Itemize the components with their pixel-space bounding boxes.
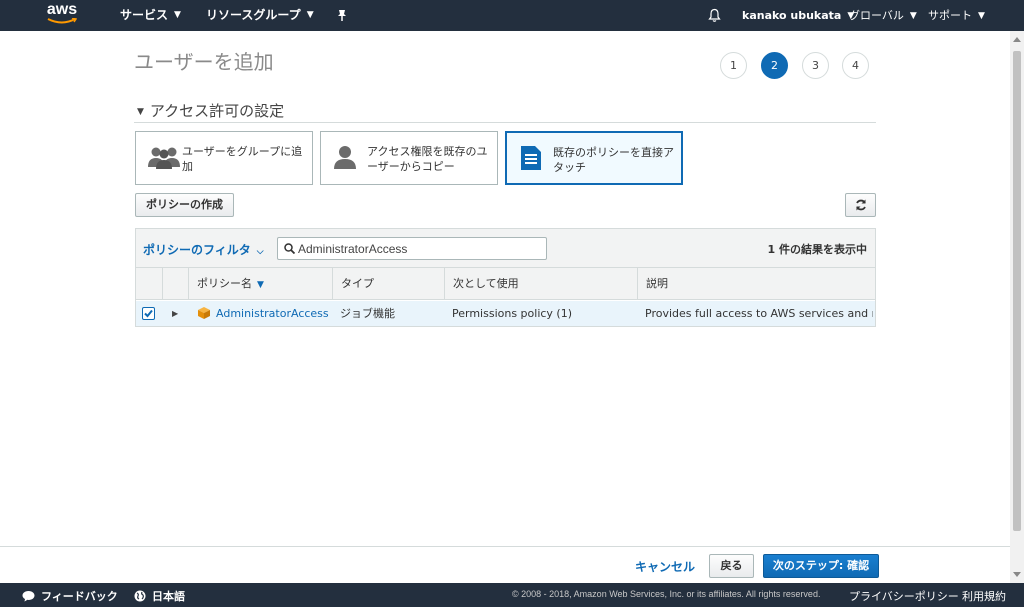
user-name: kanako ubukata: [742, 9, 842, 22]
chevron-down-icon: ▼: [306, 10, 314, 20]
step-1[interactable]: 1: [720, 52, 747, 79]
checkmark-icon: [144, 309, 153, 318]
filter-bar: ポリシーのフィルタ ⌵ 1 件の結果を表示中: [136, 229, 875, 268]
privacy-policy-link[interactable]: プライバシーポリシー: [849, 588, 959, 604]
policy-table-panel: ポリシーのフィルタ ⌵ 1 件の結果を表示中 ポリシー名 ▼ タイプ 次として使用 …: [135, 228, 876, 327]
page-title: ユーザーを追加: [134, 50, 274, 74]
search-icon: [284, 243, 295, 254]
language-label: 日本語: [152, 590, 185, 603]
result-count: 1 件の結果を表示中: [767, 243, 867, 256]
header-used-as[interactable]: 次として使用: [444, 268, 637, 300]
header-expand-column: [162, 268, 188, 300]
copyright-text: © 2008 - 2018, Amazon Web Services, Inc.…: [512, 589, 821, 599]
resource-groups-menu[interactable]: リソースグループ ▼: [206, 0, 314, 31]
pin-icon[interactable]: [335, 8, 349, 22]
top-nav-bar: aws サービス ▼ リソースグループ ▼ kanako ubukata ▼ グローバ…: [0, 0, 1024, 31]
aws-logo[interactable]: aws: [44, 1, 80, 28]
globe-icon: [134, 590, 146, 602]
console-footer: フィードバック 日本語 © 2008 - 2018, Amazon Web Se…: [0, 583, 1024, 607]
resource-groups-label: リソースグループ: [206, 8, 301, 22]
column-label: 次として使用: [453, 277, 519, 290]
option-label: 既存のポリシーを直接アタッチ: [553, 146, 674, 174]
option-copy-permissions[interactable]: アクセス権限を既存のユーザーからコピー: [320, 131, 498, 185]
expand-row-icon[interactable]: ▶: [172, 301, 178, 326]
row-checkbox[interactable]: [142, 307, 155, 320]
vertical-scrollbar[interactable]: [1010, 31, 1024, 583]
divider: [134, 122, 876, 123]
section-title: アクセス許可の設定: [149, 102, 285, 120]
search-box[interactable]: [277, 237, 547, 260]
collapse-triangle-icon: ▼: [137, 107, 144, 117]
policy-filter-dropdown[interactable]: ポリシーのフィルタ ⌵: [143, 241, 264, 258]
chevron-down-icon: ⌵: [256, 247, 264, 257]
table-header: ポリシー名 ▼ タイプ 次として使用 説明: [136, 268, 875, 300]
user-menu[interactable]: kanako ubukata ▼: [742, 0, 854, 31]
policy-description-cell: Provides full access to AWS services and…: [645, 307, 873, 320]
header-type[interactable]: タイプ: [332, 268, 444, 300]
back-button[interactable]: 戻る: [709, 554, 754, 578]
bell-icon[interactable]: [707, 8, 722, 23]
scrollbar-thumb[interactable]: [1013, 51, 1021, 531]
speech-bubble-icon: [22, 591, 35, 602]
cancel-link[interactable]: キャンセル: [635, 558, 695, 575]
aws-logo-text: aws: [46, 1, 78, 18]
chevron-down-icon: ▼: [978, 10, 985, 21]
sort-desc-icon: ▼: [257, 280, 264, 290]
option-add-to-group[interactable]: ユーザーをグループに追加: [135, 131, 313, 185]
document-icon: [521, 146, 541, 170]
language-selector[interactable]: 日本語: [134, 588, 185, 604]
option-label: ユーザーをグループに追加: [182, 145, 303, 173]
table-row[interactable]: ▶ AdministratorAccess ジョブ機能 Permissions …: [136, 301, 875, 326]
terms-link[interactable]: 利用規約: [962, 588, 1006, 604]
region-menu[interactable]: グローバル ▼: [849, 0, 917, 31]
refresh-button[interactable]: [845, 193, 876, 217]
feedback-label: フィードバック: [41, 590, 118, 603]
support-menu[interactable]: サポート ▼: [928, 0, 985, 31]
option-attach-policies[interactable]: 既存のポリシーを直接アタッチ: [505, 131, 683, 185]
policy-name-link[interactable]: AdministratorAccess: [216, 307, 329, 320]
aws-smile-icon: [47, 18, 77, 24]
region-label: グローバル: [849, 9, 904, 22]
column-label: 説明: [646, 277, 668, 290]
refresh-icon: [856, 199, 866, 211]
scroll-up-icon[interactable]: [1013, 37, 1021, 42]
scroll-down-icon[interactable]: [1013, 572, 1021, 577]
option-label: アクセス権限を既存のユーザーからコピー: [367, 145, 488, 173]
header-select-column: [136, 268, 162, 300]
header-policy-name[interactable]: ポリシー名 ▼: [188, 268, 332, 300]
group-icon: [148, 147, 180, 169]
policy-used-as-cell: Permissions policy (1): [452, 307, 573, 320]
step-2[interactable]: 2: [761, 52, 788, 79]
user-icon: [334, 146, 356, 169]
chevron-down-icon: ▼: [909, 10, 917, 21]
permissions-section-header[interactable]: ▼ アクセス許可の設定: [137, 100, 284, 121]
services-menu[interactable]: サービス ▼: [120, 0, 181, 31]
chevron-down-icon: ▼: [174, 10, 181, 20]
create-policy-button[interactable]: ポリシーの作成: [135, 193, 234, 217]
policy-type-cell: ジョブ機能: [340, 307, 395, 320]
services-label: サービス: [120, 8, 169, 22]
step-3[interactable]: 3: [802, 52, 829, 79]
column-label: タイプ: [341, 277, 374, 290]
support-label: サポート: [928, 9, 972, 22]
search-input[interactable]: [298, 240, 542, 257]
next-review-button[interactable]: 次のステップ: 確認: [763, 554, 879, 578]
feedback-link[interactable]: フィードバック: [22, 588, 118, 604]
wizard-action-bar: キャンセル 戻る 次のステップ: 確認: [0, 546, 1010, 583]
header-description[interactable]: 説明: [637, 268, 875, 300]
filter-label: ポリシーのフィルタ: [143, 243, 251, 257]
policy-name-cell: AdministratorAccess: [208, 301, 332, 326]
step-4[interactable]: 4: [842, 52, 869, 79]
column-label: ポリシー名: [197, 277, 252, 290]
